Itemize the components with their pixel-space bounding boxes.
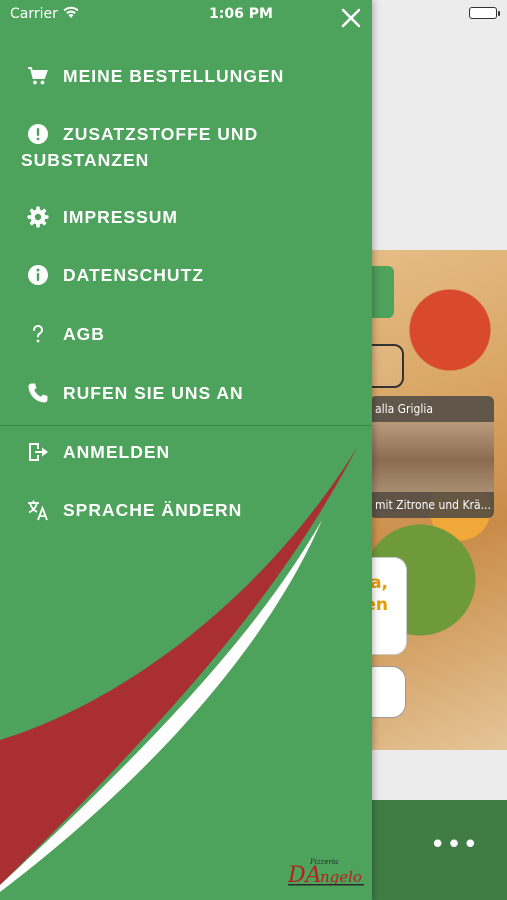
translate-icon [28, 500, 48, 521]
close-icon[interactable] [340, 7, 362, 29]
menu-label-line2: SUBSTANZEN [21, 150, 150, 170]
product-card-title: alla Griglia [370, 396, 494, 422]
phone-icon [28, 383, 48, 403]
menu-label: DATENSCHUTZ [63, 265, 204, 285]
menu-item-anmelden[interactable]: ANMELDEN [0, 438, 372, 468]
menu-item-zusatzstoffe[interactable]: ZUSATZSTOFFE UND SUBSTANZEN [0, 120, 372, 176]
menu-label-line1: ZUSATZSTOFFE UND [63, 124, 259, 144]
menu-item-rufen-sie-uns-an[interactable]: RUFEN SIE UNS AN [0, 379, 372, 409]
clock: 1:06 PM [209, 6, 273, 22]
more-icon[interactable]: ••• [430, 832, 479, 858]
menu-item-meine-bestellungen[interactable]: MEINE BESTELLUNGEN [0, 62, 372, 92]
question-icon [32, 324, 43, 343]
pizzeria-logo: Pizzeria DA ngelo [287, 858, 364, 888]
battery-icon [469, 7, 500, 19]
menu-label: SPRACHE ÄNDERN [63, 500, 243, 520]
status-bar: Carrier 1:06 PM [0, 0, 372, 28]
menu-item-impressum[interactable]: IMPRESSUM [0, 203, 372, 233]
cart-icon [28, 67, 48, 85]
menu-divider [0, 425, 372, 426]
product-card[interactable]: alla Griglia mit Zitrone und Krä... [370, 396, 494, 518]
menu-label: AGB [63, 324, 105, 344]
menu-item-sprache-aendern[interactable]: SPRACHE ÄNDERN [0, 496, 372, 526]
side-drawer: Carrier 1:06 PM MEINE BESTELLUNGEN ZUSAT… [0, 0, 372, 900]
menu-label: RUFEN SIE UNS AN [63, 383, 244, 403]
alert-circle-icon [28, 124, 48, 144]
menu-label: IMPRESSUM [63, 207, 178, 227]
gear-icon [27, 206, 49, 228]
product-card-subtitle: mit Zitrone und Krä... [370, 492, 494, 518]
menu-item-datenschutz[interactable]: DATENSCHUTZ [0, 261, 372, 291]
menu-label: MEINE BESTELLUNGEN [63, 66, 285, 86]
login-icon [29, 443, 48, 461]
menu-item-agb[interactable]: AGB [0, 320, 372, 350]
menu-label: ANMELDEN [63, 442, 171, 462]
info-circle-icon [28, 265, 48, 285]
svg-text:ngelo: ngelo [320, 868, 362, 886]
product-card-image [370, 422, 494, 492]
